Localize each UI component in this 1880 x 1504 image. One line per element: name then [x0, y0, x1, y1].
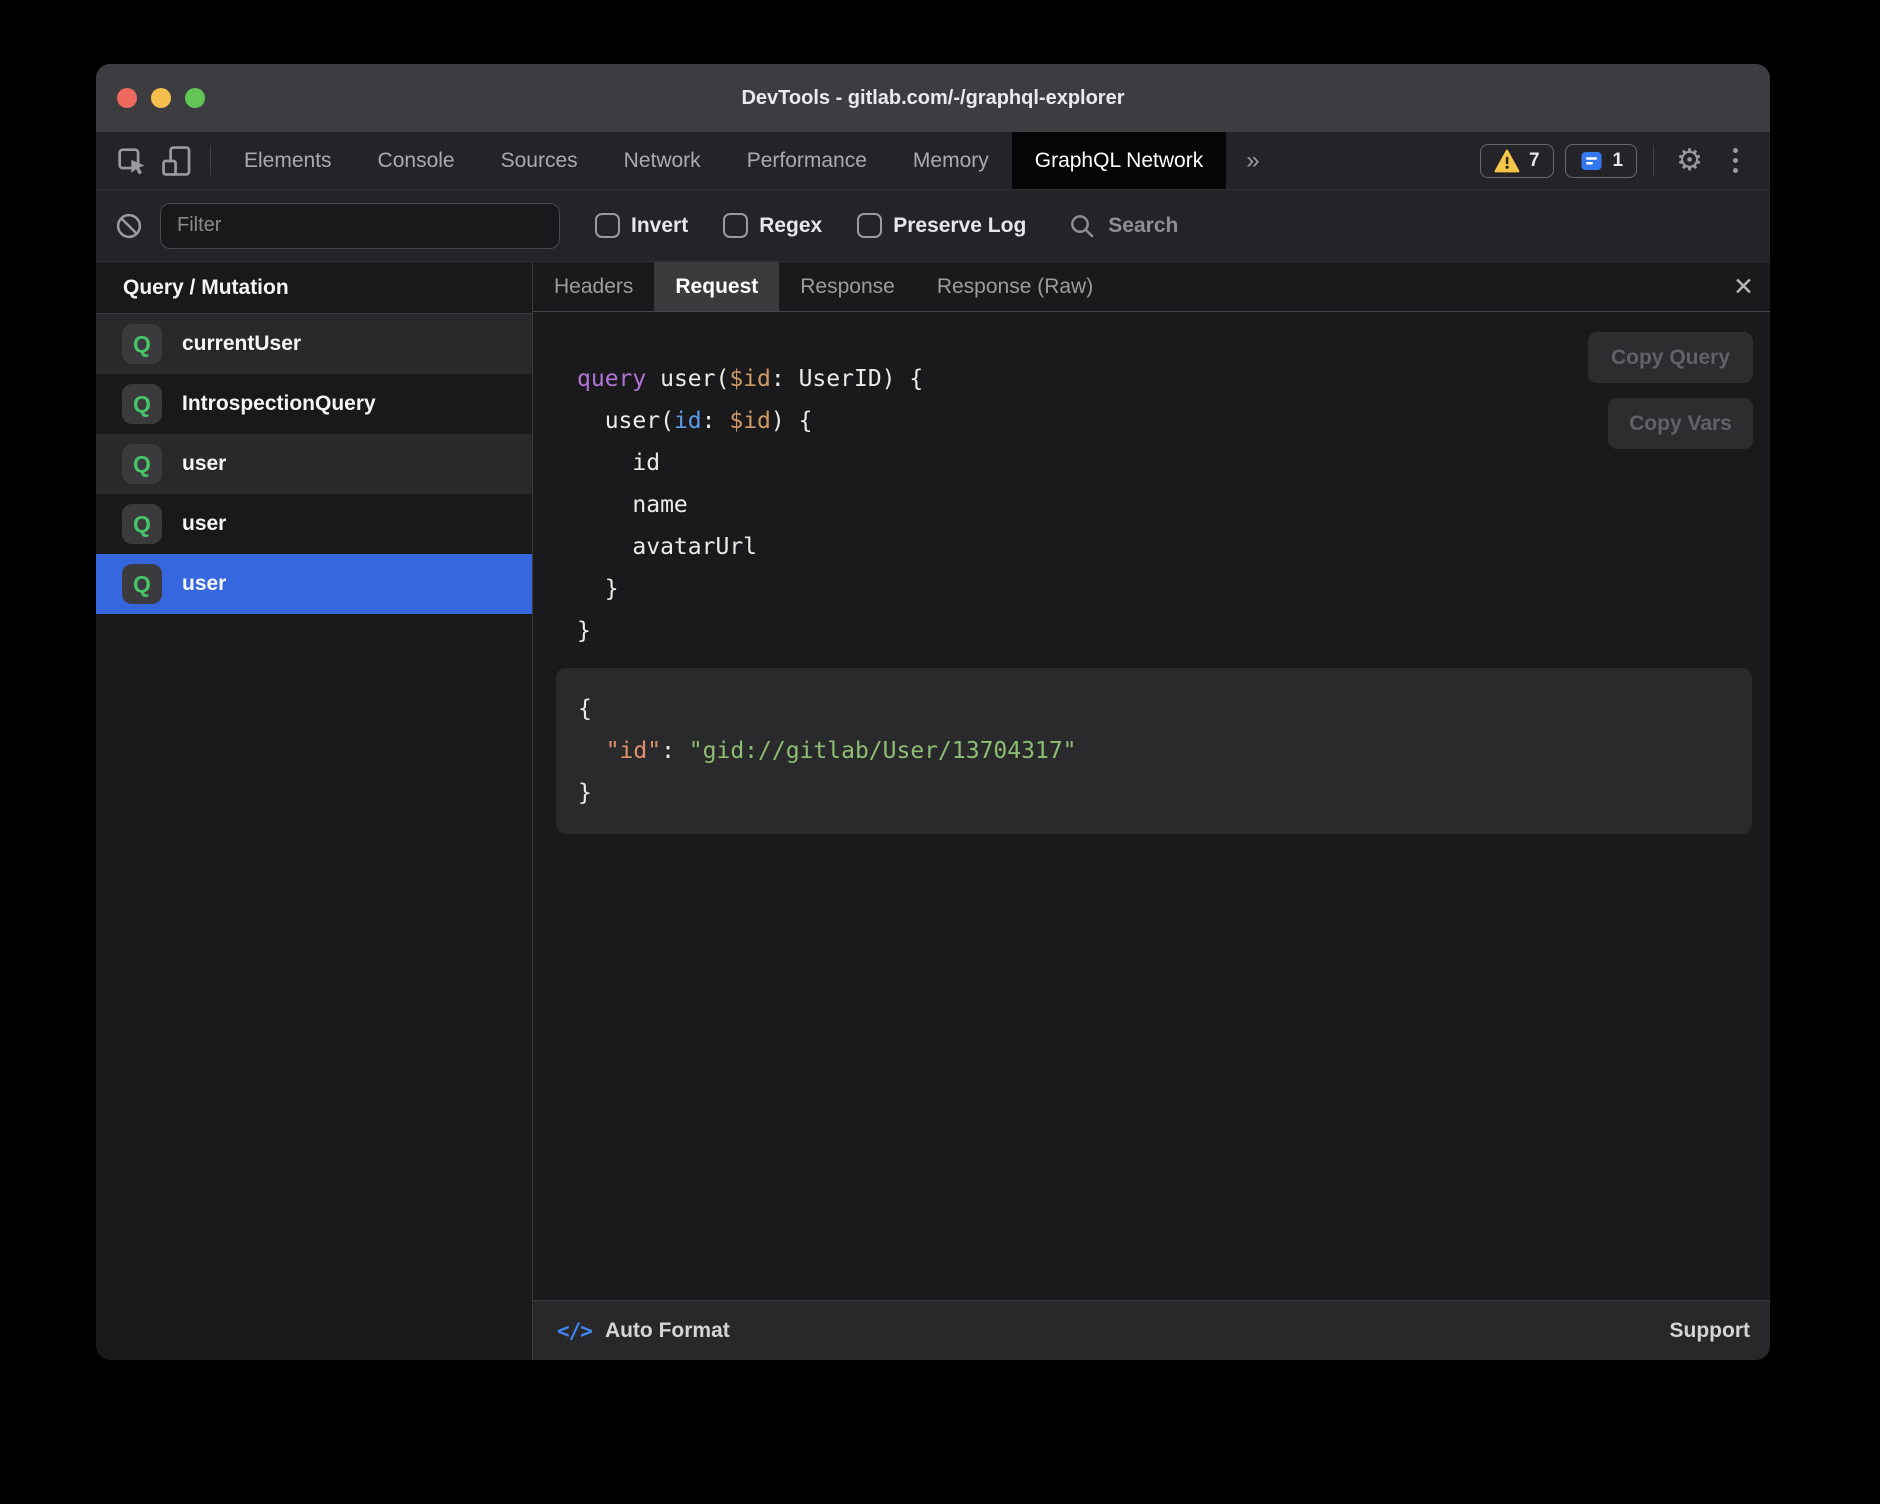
inspect-cursor-icon	[114, 144, 148, 178]
zoom-window-button[interactable]	[185, 88, 205, 108]
filter-input[interactable]	[160, 203, 560, 249]
invert-checkbox-box[interactable]	[595, 213, 620, 238]
close-window-button[interactable]	[117, 88, 137, 108]
tab-sources[interactable]: Sources	[478, 132, 601, 189]
list-item-user-2[interactable]: Q user	[96, 494, 532, 554]
preserve-log-checkbox-label: Preserve Log	[893, 214, 1026, 238]
query-type-badge: Q	[122, 324, 162, 364]
message-icon	[1579, 149, 1604, 173]
tab-console[interactable]: Console	[355, 132, 478, 189]
tab-elements[interactable]: Elements	[221, 132, 355, 189]
warnings-count: 7	[1529, 150, 1540, 172]
clear-block-icon[interactable]	[114, 211, 144, 241]
preserve-log-checkbox-box[interactable]	[857, 213, 882, 238]
tab-network[interactable]: Network	[601, 132, 724, 189]
copy-vars-button[interactable]: Copy Vars	[1608, 398, 1753, 449]
query-list-panel: Query / Mutation Q currentUser Q Introsp…	[96, 262, 533, 1360]
detail-tab-request[interactable]: Request	[654, 262, 779, 311]
invert-checkbox-label: Invert	[631, 214, 688, 238]
filter-toolbar: Invert Regex Preserve Log Search	[96, 190, 1770, 262]
search-control[interactable]: Search	[1068, 212, 1178, 240]
minimize-window-button[interactable]	[151, 88, 171, 108]
tab-graphql-network[interactable]: GraphQL Network	[1012, 132, 1226, 189]
device-toolbar-icon	[160, 144, 194, 178]
list-item-label: IntrospectionQuery	[182, 392, 376, 416]
issues-badge[interactable]: 1	[1565, 144, 1638, 178]
tabbar-separator	[210, 146, 211, 175]
query-type-badge: Q	[122, 444, 162, 484]
regex-checkbox[interactable]: Regex	[723, 213, 822, 238]
list-item-user-selected[interactable]: Q user	[96, 554, 532, 614]
support-link[interactable]: Support	[1670, 1319, 1750, 1343]
warnings-badge[interactable]: 7	[1480, 144, 1554, 178]
search-icon	[1068, 212, 1096, 240]
warning-triangle-icon	[1494, 149, 1520, 173]
tabbar-right-controls: 7 1 ⚙	[1469, 132, 1752, 189]
query-type-badge: Q	[122, 504, 162, 544]
search-label: Search	[1108, 214, 1178, 238]
titlebar: DevTools - gitlab.com/-/graphql-explorer	[96, 64, 1770, 132]
preserve-log-checkbox[interactable]: Preserve Log	[857, 213, 1026, 238]
detail-tab-response-raw[interactable]: Response (Raw)	[916, 262, 1114, 311]
kebab-menu-icon[interactable]	[1719, 148, 1752, 173]
issues-count: 1	[1613, 150, 1624, 172]
graphql-query-code: query user($id: UserID) { user(id: $id) …	[577, 358, 1770, 652]
list-item-label: currentUser	[182, 332, 301, 356]
settings-gear-icon[interactable]: ⚙	[1660, 143, 1719, 178]
window-title: DevTools - gitlab.com/-/graphql-explorer	[96, 87, 1770, 110]
list-item-currentuser[interactable]: Q currentUser	[96, 314, 532, 374]
list-item-label: user	[182, 452, 226, 476]
devtools-window: DevTools - gitlab.com/-/graphql-explorer…	[96, 64, 1770, 1360]
request-content: Copy Query Copy Vars query user($id: Use…	[533, 312, 1770, 1300]
regex-checkbox-label: Regex	[759, 214, 822, 238]
query-variables-box: { "id": "gid://gitlab/User/13704317"}	[556, 668, 1752, 834]
invert-checkbox[interactable]: Invert	[595, 213, 688, 238]
panels: Query / Mutation Q currentUser Q Introsp…	[96, 262, 1770, 1360]
controls-separator	[1653, 146, 1654, 176]
request-detail-panel: Headers Request Response Response (Raw) …	[533, 262, 1770, 1360]
close-detail-icon[interactable]: ✕	[1733, 262, 1754, 311]
auto-format-button[interactable]: Auto Format	[605, 1319, 730, 1343]
detail-tab-response[interactable]: Response	[779, 262, 916, 311]
inspect-element-button[interactable]	[108, 138, 154, 184]
list-item-label: user	[182, 512, 226, 536]
tab-performance[interactable]: Performance	[724, 132, 890, 189]
query-type-badge: Q	[122, 384, 162, 424]
copy-query-button[interactable]: Copy Query	[1588, 332, 1753, 383]
more-tabs-chevron-icon[interactable]: »	[1226, 132, 1279, 189]
regex-checkbox-box[interactable]	[723, 213, 748, 238]
tab-memory[interactable]: Memory	[890, 132, 1012, 189]
query-type-badge: Q	[122, 564, 162, 604]
query-list-header: Query / Mutation	[96, 262, 532, 314]
detail-tab-headers[interactable]: Headers	[533, 262, 654, 311]
code-brackets-icon: </>	[557, 1319, 592, 1343]
device-toolbar-button[interactable]	[154, 138, 200, 184]
devtools-tabbar: Elements Console Sources Network Perform…	[96, 132, 1770, 190]
query-variables-code: { "id": "gid://gitlab/User/13704317"}	[578, 688, 1752, 814]
list-item-label: user	[182, 572, 226, 596]
detail-tabbar: Headers Request Response Response (Raw) …	[533, 262, 1770, 312]
detail-footer: </> Auto Format Support	[533, 1300, 1770, 1360]
traffic-lights	[96, 88, 205, 108]
list-item-introspectionquery[interactable]: Q IntrospectionQuery	[96, 374, 532, 434]
list-item-user-1[interactable]: Q user	[96, 434, 532, 494]
